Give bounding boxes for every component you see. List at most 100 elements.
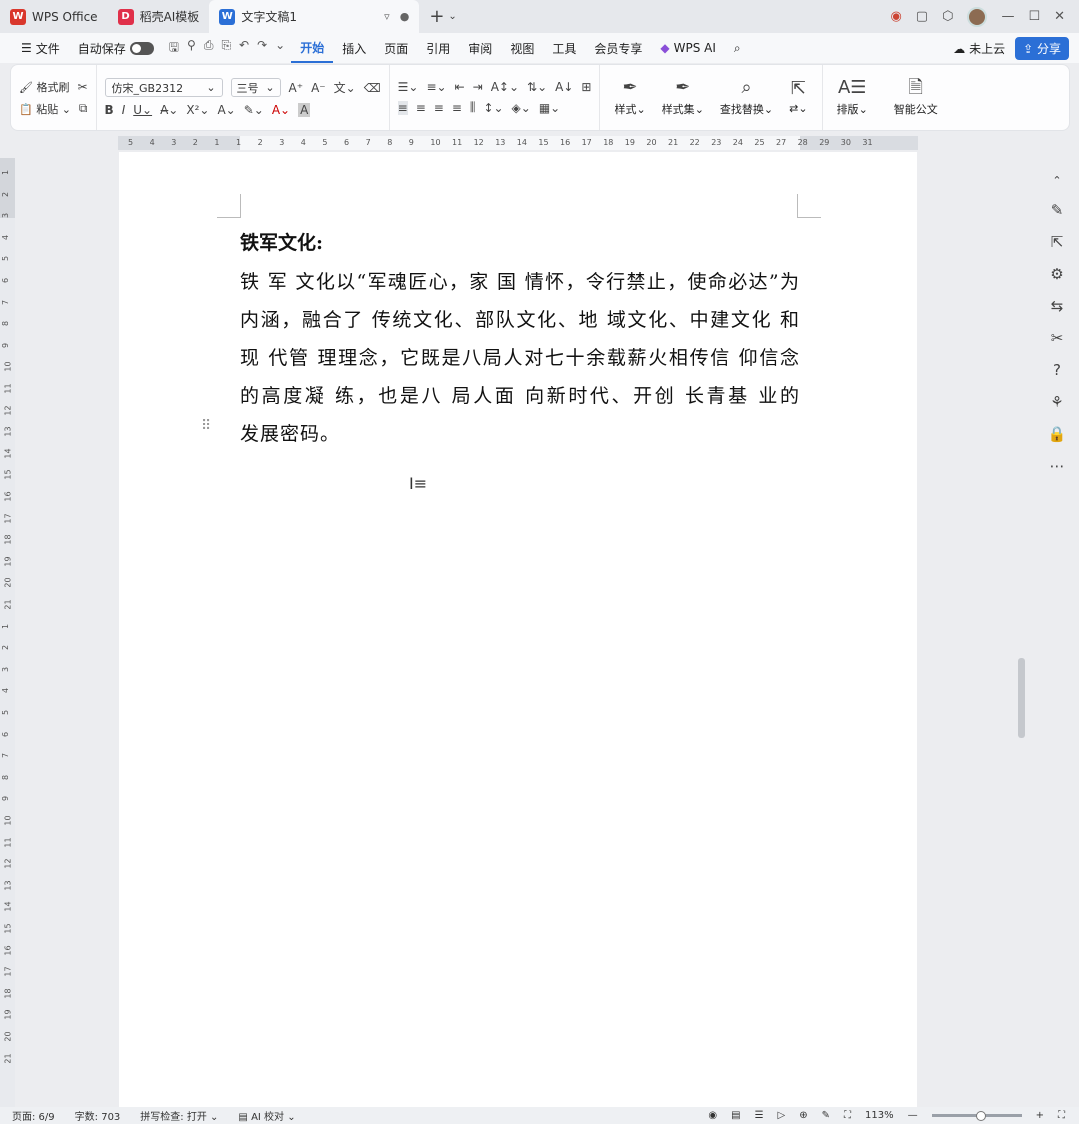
tab-page[interactable]: 页面 bbox=[375, 33, 417, 63]
horizontal-ruler[interactable]: 5 4 3 2 1 1 2 3 4 5 6 7 8 9 10 11 12 13 14 15 16 17 18 19 20 21 22… bbox=[118, 136, 918, 150]
table-layout-icon[interactable]: ⊞ bbox=[581, 80, 591, 94]
maximize-icon[interactable]: ☐ bbox=[1028, 9, 1040, 24]
tab-review[interactable]: 审阅 bbox=[459, 33, 501, 63]
word-count[interactable]: 字数: 703 bbox=[75, 1108, 121, 1123]
fullscreen-icon[interactable]: ⛶ bbox=[1058, 1110, 1065, 1121]
grow-font-icon[interactable]: A⁺ bbox=[289, 81, 304, 95]
undo-icon[interactable]: ↶ bbox=[239, 38, 249, 59]
adjust-icon[interactable]: ⚙ bbox=[1050, 265, 1063, 283]
shading-icon[interactable]: ◈⌄ bbox=[512, 101, 531, 115]
zoom-slider[interactable] bbox=[931, 1111, 1022, 1121]
align-center-icon[interactable]: ≡ bbox=[416, 101, 426, 115]
text-effect-icon[interactable]: A⌄ bbox=[217, 103, 235, 117]
tab-wps-office[interactable]: W WPS Office bbox=[0, 0, 108, 33]
sort-az-icon[interactable]: A↓ bbox=[555, 80, 573, 94]
zoom-out-icon[interactable]: — bbox=[908, 1110, 918, 1121]
cut-icon[interactable]: ✂ bbox=[77, 80, 87, 94]
box-icon[interactable]: ⬡ bbox=[942, 9, 953, 24]
cloud-status[interactable]: ☁ 未上云 bbox=[953, 40, 1005, 57]
wps-ai-button[interactable]: ◆ WPS AI bbox=[651, 33, 725, 63]
border-icon[interactable]: ▦⌄ bbox=[539, 101, 560, 115]
print-preview-icon[interactable]: ⎘ bbox=[221, 38, 231, 59]
paragraph-drag-handle-icon[interactable]: ⠿ bbox=[201, 418, 211, 434]
zoom-level[interactable]: 113% bbox=[865, 1110, 894, 1121]
web-view-icon[interactable]: ⊕ bbox=[799, 1110, 807, 1121]
outline-view-icon[interactable]: ☰ bbox=[755, 1110, 764, 1121]
copy-icon[interactable]: ⧉ bbox=[79, 101, 88, 116]
strikethrough-icon[interactable]: A̶⌄ bbox=[160, 103, 178, 117]
document-page[interactable]: ⠿ 铁军文化: 铁 军 文化以“军魂匠心，家 国 情怀，令行禁止，使命必达”为内… bbox=[119, 152, 1059, 1112]
vertical-scrollbar[interactable] bbox=[1018, 658, 1025, 738]
tab-insert[interactable]: 插入 bbox=[333, 33, 375, 63]
tab-view[interactable]: 视图 bbox=[501, 33, 543, 63]
decrease-indent-icon[interactable]: ⇤ bbox=[455, 80, 465, 94]
bold-icon[interactable]: B bbox=[105, 103, 114, 117]
tab-references[interactable]: 引用 bbox=[417, 33, 459, 63]
find-replace-button[interactable]: ⌕ 查找替换⌄ bbox=[714, 78, 779, 117]
styles-button[interactable]: ✒ 样式⌄ bbox=[608, 78, 651, 117]
underline-icon[interactable]: U⌄ bbox=[133, 103, 152, 117]
line-spacing-icon[interactable]: ↕⌄ bbox=[483, 101, 503, 115]
file-menu[interactable]: ☰ 文件 bbox=[12, 33, 69, 63]
more-icon[interactable]: ⋯ bbox=[1050, 457, 1065, 475]
char-shading-icon[interactable]: A bbox=[298, 103, 311, 117]
highlight-icon[interactable]: ✎⌄ bbox=[244, 103, 264, 117]
new-tab-button[interactable]: + ⌄ bbox=[419, 0, 466, 33]
increase-indent-icon[interactable]: ⇥ bbox=[473, 80, 483, 94]
help-icon[interactable]: ? bbox=[1053, 361, 1061, 379]
italic-icon[interactable]: I bbox=[122, 103, 126, 117]
avatar[interactable] bbox=[967, 6, 988, 27]
pointer-icon[interactable]: ⇱ bbox=[1051, 233, 1064, 251]
ai-proofread-button[interactable]: ▤ AI 校对 ⌄ bbox=[238, 1108, 295, 1123]
fit-icon[interactable]: ⛶ bbox=[844, 1110, 851, 1121]
spellcheck-toggle[interactable]: 拼写检查: 打开 ⌄ bbox=[140, 1108, 218, 1123]
align-right-icon[interactable]: ≡ bbox=[434, 101, 444, 115]
plugin-icon[interactable]: ⚘ bbox=[1050, 393, 1063, 411]
smart-doc-button[interactable]: 🗎 智能公文 bbox=[888, 78, 944, 117]
zoom-in-icon[interactable]: + bbox=[1036, 1110, 1044, 1121]
share-button[interactable]: ⇪ 分享 bbox=[1015, 36, 1069, 60]
page-view-icon[interactable]: ▤ bbox=[731, 1110, 740, 1121]
numbered-list-icon[interactable]: ≡⌄ bbox=[426, 80, 446, 94]
write-mode-icon[interactable]: ✎ bbox=[822, 1110, 830, 1121]
document-body[interactable]: 铁军文化: 铁 军 文化以“军魂匠心，家 国 情怀，令行禁止，使命必达”为内涵，… bbox=[240, 228, 1059, 453]
phonetic-icon[interactable]: 文⌄ bbox=[334, 79, 356, 96]
paste-button[interactable]: 📋 粘贴 ⌄ bbox=[19, 101, 71, 117]
lock-icon[interactable]: 🔒 bbox=[1048, 425, 1067, 443]
vertical-ruler[interactable]: 1 2 3 4 5 6 7 8 9 10 11 12 13 14 15 16 17 18 19 20 21 1 2 3 4 5 6 7… bbox=[0, 158, 15, 1108]
tab-tools[interactable]: 工具 bbox=[543, 33, 585, 63]
justify-icon[interactable]: ≡ bbox=[452, 101, 462, 115]
search-button[interactable]: ⌕ bbox=[725, 33, 750, 63]
format-painter-button[interactable]: 🖌 格式刷 bbox=[19, 79, 69, 95]
play-icon[interactable]: ▷ bbox=[778, 1110, 786, 1121]
redo-icon[interactable]: ↷ bbox=[257, 38, 267, 59]
tab-document[interactable]: W 文字文稿1 ▿ ● bbox=[209, 0, 420, 33]
translate-icon[interactable]: ⇆ bbox=[1051, 297, 1064, 315]
unsaved-dot-icon[interactable]: ● bbox=[400, 10, 410, 23]
more-dropdown-icon[interactable]: ⌄ bbox=[275, 38, 285, 59]
link-icon[interactable]: ⚲ bbox=[187, 38, 196, 59]
collapse-icon[interactable]: ⌃ bbox=[1052, 174, 1061, 187]
superscript-icon[interactable]: X²⌄ bbox=[186, 103, 209, 117]
minimize-icon[interactable]: — bbox=[1001, 9, 1014, 24]
shrink-font-icon[interactable]: A⁻ bbox=[311, 81, 326, 95]
font-name-select[interactable]: 仿宋_GB2312 ⌄ bbox=[104, 78, 223, 97]
tab-docer-templates[interactable]: D 稻壳AI模板 bbox=[108, 0, 210, 33]
layout-button[interactable]: A☰ 排版⌄ bbox=[831, 78, 874, 117]
font-color-icon[interactable]: A⌄ bbox=[272, 103, 290, 117]
print-icon[interactable]: ⎙ bbox=[204, 38, 214, 59]
select-button[interactable]: ⇱ ⇄⌄ bbox=[783, 80, 813, 116]
tab-home[interactable]: 开始 bbox=[291, 33, 334, 63]
toggle-switch[interactable] bbox=[129, 41, 154, 55]
tab-member[interactable]: 会员专享 bbox=[585, 33, 651, 63]
close-icon[interactable]: ✕ bbox=[1054, 9, 1065, 24]
autosave-toggle[interactable]: 自动保存 bbox=[69, 33, 163, 63]
page-indicator[interactable]: 页面: 6/9 bbox=[12, 1108, 55, 1123]
font-size-select[interactable]: 三号 ⌄ bbox=[230, 78, 281, 97]
bullet-list-icon[interactable]: ☰⌄ bbox=[398, 80, 419, 94]
theme-icon[interactable]: ◉ bbox=[890, 9, 901, 24]
sort-icon[interactable]: ⇅⌄ bbox=[527, 80, 547, 94]
distribute-icon[interactable]: ⫼ bbox=[470, 100, 476, 115]
pin-icon[interactable]: ▿ bbox=[384, 10, 390, 23]
tools-icon[interactable]: ✂ bbox=[1051, 329, 1064, 347]
